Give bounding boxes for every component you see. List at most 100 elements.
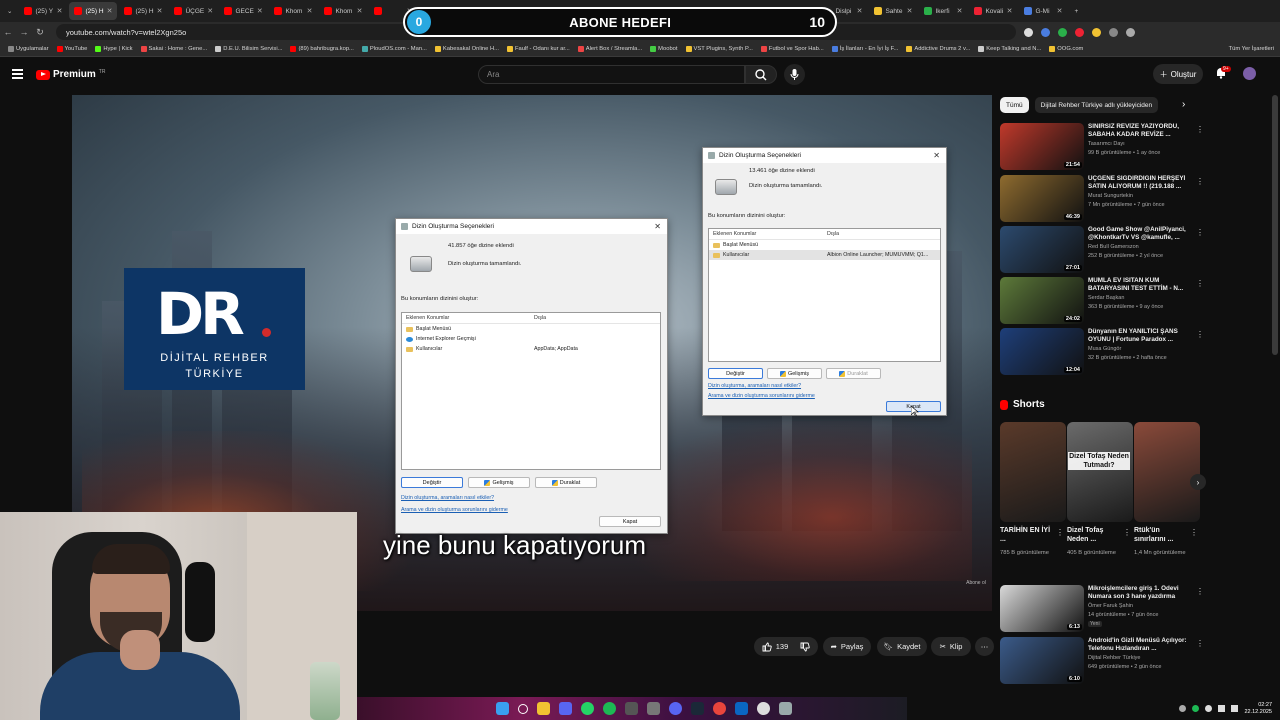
advanced-button[interactable]: Gelişmiş xyxy=(468,477,530,488)
recommended-video[interactable]: 27:01 Good Game Show @AnilPiyanci, @Khont… xyxy=(1000,226,1205,274)
bookmark-item[interactable]: Sakai : Home : Gene... xyxy=(140,46,207,52)
close-icon[interactable]: ✕ xyxy=(654,222,661,231)
video-title[interactable]: Mikroişlemcilere giriş 1. Ödevi Numara s… xyxy=(1088,585,1193,601)
browser-tab[interactable]: (25) H ✕ xyxy=(69,2,118,20)
filter-chip[interactable]: Tümü xyxy=(1000,97,1029,113)
app-icon[interactable] xyxy=(757,702,770,715)
new-tab-icon[interactable]: + xyxy=(1069,2,1083,20)
hamburger-menu-icon[interactable] xyxy=(12,69,23,79)
search-icon[interactable] xyxy=(518,703,528,714)
bookmark-item[interactable]: VST Plugins, Synth P... xyxy=(685,46,753,52)
channel-name[interactable]: Musa Güngör xyxy=(1088,346,1121,352)
browser-tab[interactable]: (25) Y ✕ xyxy=(19,2,67,20)
app-icon[interactable] xyxy=(735,702,748,715)
help-link-indexing[interactable]: Dizin oluşturma, aramaları nasıl etkiler… xyxy=(708,383,801,389)
tab-close-icon[interactable]: ✕ xyxy=(1057,7,1063,15)
more-options-icon[interactable]: ⋮ xyxy=(1190,528,1198,537)
like-button[interactable]: 139 xyxy=(754,637,818,656)
video-title[interactable]: MUMLA EV ISITAN KUM BATARYASINI TEST ETT… xyxy=(1088,277,1193,293)
channel-name[interactable]: Murat Sungurtekin xyxy=(1088,193,1133,199)
more-options-icon[interactable]: ⋮ xyxy=(1196,279,1204,288)
shorts-next-button[interactable]: › xyxy=(1190,474,1206,490)
create-button[interactable]: ＋ Oluştur xyxy=(1153,64,1203,84)
back-icon[interactable]: ← xyxy=(0,27,16,37)
steam-icon[interactable] xyxy=(691,702,704,715)
recommended-video[interactable]: 6:13 Mikroişlemcilere giriş 1. Ödevi Numa… xyxy=(1000,585,1205,633)
save-button[interactable]: 🔖︎ Kaydet xyxy=(877,637,927,656)
locations-list[interactable]: Eklenen Konumlar Dışla Başlat Menüsü Kull… xyxy=(708,228,941,362)
bookmark-item[interactable]: (89) bahribugra.kop... xyxy=(290,46,354,52)
close-button[interactable]: Kapat xyxy=(599,516,661,527)
extension-icon[interactable] xyxy=(1041,27,1050,37)
browser-tab[interactable]: ÜÇGE ✕ xyxy=(169,2,217,20)
tab-search-icon[interactable]: ⌄ xyxy=(2,2,17,20)
extension-icon[interactable] xyxy=(1058,27,1067,37)
more-options-icon[interactable]: ⋮ xyxy=(1196,639,1204,648)
bookmark-item[interactable]: Faulf - Odanı kur ar... xyxy=(507,46,570,52)
voice-search-button[interactable] xyxy=(784,64,805,85)
wifi-icon[interactable] xyxy=(1218,705,1226,712)
chips-next-icon[interactable]: › xyxy=(1182,99,1185,110)
more-options-icon[interactable]: ⋮ xyxy=(1196,330,1204,339)
help-link-troubleshoot[interactable]: Arama ve dizin oluşturma sorunlarını gid… xyxy=(708,393,815,399)
bookmark-item[interactable]: Keep Talking and N... xyxy=(978,46,1041,52)
page-scrollbar[interactable] xyxy=(1272,95,1278,355)
tab-close-icon[interactable]: ✕ xyxy=(257,7,263,15)
browser-tab[interactable]: GECE ✕ xyxy=(219,2,267,20)
bookmark-item[interactable]: YouTube xyxy=(56,46,87,52)
video-title[interactable]: SINIRSIZ REVİZE YAZIYORDU, SABAHA KADAR … xyxy=(1088,123,1193,139)
browser-tab[interactable]: Khom ✕ xyxy=(269,2,317,20)
location-row[interactable]: Kullanıcılar AppData; AppData xyxy=(402,344,660,354)
discord-icon[interactable] xyxy=(669,702,682,715)
recommended-video[interactable]: 24:02 MUMLA EV ISITAN KUM BATARYASINI TES… xyxy=(1000,277,1205,325)
tab-close-icon[interactable]: ✕ xyxy=(107,7,113,15)
video-title[interactable]: Good Game Show @AnilPiyanci, @KhontkarTv… xyxy=(1088,226,1193,242)
channel-name[interactable]: Dijital Rehber Türkiye xyxy=(1088,655,1140,661)
recommended-video[interactable]: 12:04 Dünyanın EN YANILTICI ŞANS OYUNU | … xyxy=(1000,328,1205,376)
profile-icon[interactable] xyxy=(1109,27,1118,37)
help-link-indexing[interactable]: Dizin oluşturma, aramaları nasıl etkiler… xyxy=(401,495,494,501)
more-options-icon[interactable]: ⋮ xyxy=(1056,528,1064,537)
more-options-icon[interactable]: ⋮ xyxy=(1196,228,1204,237)
video-thumbnail[interactable]: 27:01 xyxy=(1000,226,1084,273)
browser-tab[interactable]: Khom ✕ xyxy=(319,2,367,20)
short-thumbnail[interactable] xyxy=(1067,422,1133,522)
tab-close-icon[interactable]: ✕ xyxy=(57,7,63,15)
bookmark-item[interactable]: Addictive Drums 2 v... xyxy=(906,46,970,52)
bookmark-item[interactable]: Uygulamalar xyxy=(8,46,49,52)
app-icon[interactable] xyxy=(625,702,638,715)
short-title[interactable]: Rtük'ün sınırlarını ... xyxy=(1134,526,1190,544)
bookmark-item[interactable]: OOG.com xyxy=(1049,46,1083,52)
channel-name[interactable]: Ömer Faruk Şahin xyxy=(1088,603,1133,609)
tab-close-icon[interactable]: ✕ xyxy=(857,7,863,15)
extension-icon[interactable] xyxy=(1092,27,1101,37)
video-thumbnail[interactable]: 12:04 xyxy=(1000,328,1084,375)
more-options-icon[interactable]: ⋮ xyxy=(1196,587,1204,596)
forward-icon[interactable]: → xyxy=(16,27,32,37)
recommended-video[interactable]: 21:54 SINIRSIZ REVİZE YAZIYORDU, SABAHA K… xyxy=(1000,123,1205,171)
bookmark-item[interactable]: İş İlanları - En İyi İş F... xyxy=(831,46,898,52)
star-icon[interactable] xyxy=(1024,27,1033,37)
browser-tab[interactable]: G-Mi ✕ xyxy=(1019,2,1067,20)
tab-close-icon[interactable]: ✕ xyxy=(957,7,963,15)
more-actions-button[interactable]: ⋯ xyxy=(975,637,994,656)
file-explorer-icon[interactable] xyxy=(537,702,550,715)
short-title[interactable]: Dizel Tofaş Neden ... xyxy=(1067,526,1123,544)
more-options-icon[interactable]: ⋮ xyxy=(1123,528,1131,537)
short-thumbnail[interactable] xyxy=(1134,422,1200,522)
location-row[interactable]: Başlat Menüsü xyxy=(402,324,660,334)
location-row[interactable]: Başlat Menüsü xyxy=(709,240,940,250)
locations-list[interactable]: Eklenen Konumlar Dışla Başlat Menüsü Inte… xyxy=(401,312,661,470)
short-title[interactable]: TARİHİN EN İYİ ... xyxy=(1000,526,1056,544)
channel-name[interactable]: Serdar Başkan xyxy=(1088,295,1124,301)
bookmark-item[interactable]: Futbol ve Spor Hab... xyxy=(760,46,824,52)
clip-button[interactable]: ✂ Klip xyxy=(931,637,971,656)
bookmark-item[interactable]: Kabesakal Online H... xyxy=(434,46,499,52)
reload-icon[interactable]: ↻ xyxy=(32,27,48,38)
tab-close-icon[interactable]: ✕ xyxy=(907,7,913,15)
share-button[interactable]: ➦ Paylaş xyxy=(823,637,871,656)
recommended-video[interactable]: 6:10 Android'in Gizli Menüsü Açılıyor: Te… xyxy=(1000,637,1205,685)
video-title[interactable]: Android'in Gizli Menüsü Açılıyor: Telefo… xyxy=(1088,637,1193,653)
video-thumbnail[interactable]: 46:39 xyxy=(1000,175,1084,222)
whatsapp-icon[interactable] xyxy=(581,702,594,715)
